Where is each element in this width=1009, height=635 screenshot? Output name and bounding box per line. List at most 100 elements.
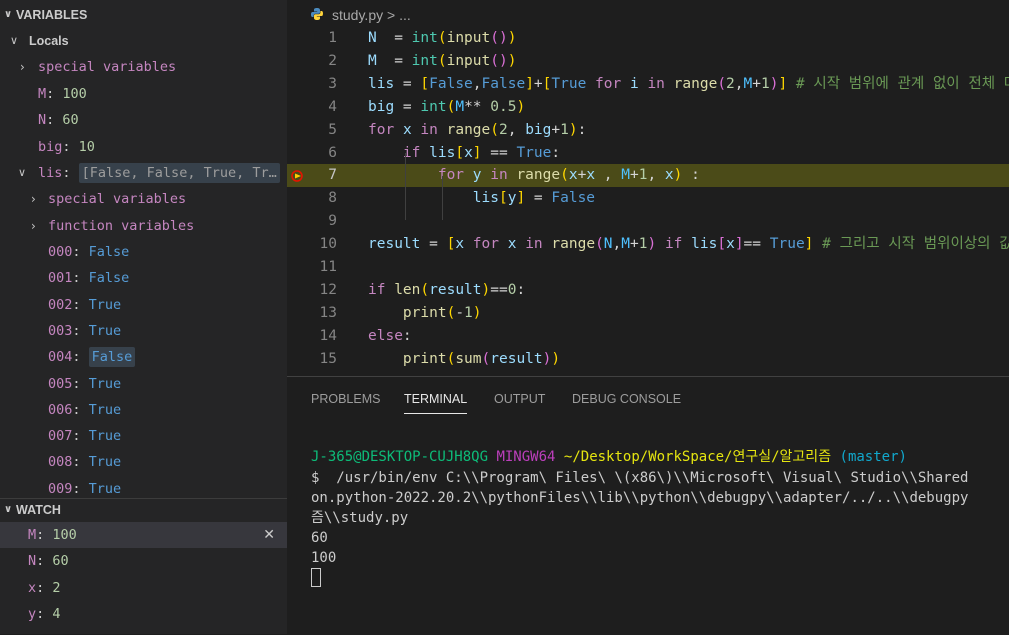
variable-row-big[interactable]: big: 10 — [0, 134, 287, 160]
terminal-command-line: 즘\\study.py — [311, 510, 409, 526]
indent-guide — [442, 176, 443, 220]
code-line[interactable]: 8 lis[y] = False — [287, 187, 1009, 210]
special-variables-node[interactable]: › special variables — [0, 54, 287, 80]
code-text: else: — [368, 327, 412, 344]
line-number: 13 — [319, 304, 337, 321]
locals-label: Locals — [29, 34, 69, 48]
variable-name: 006 — [48, 401, 73, 418]
chevron-down-icon: ∨ — [18, 166, 27, 179]
breakpoint-current-icon[interactable] — [291, 169, 305, 183]
code-line[interactable]: 12 if len(result)==0: — [287, 279, 1009, 302]
line-number: 12 — [319, 281, 337, 298]
code-line[interactable]: 5 for x in range(2, big+1): — [287, 119, 1009, 142]
list-item[interactable]: 007: True — [0, 423, 287, 449]
watch-name: N — [28, 553, 37, 570]
variable-value: False — [88, 270, 130, 287]
variables-section-header[interactable]: ∨ VARIABLES — [0, 4, 287, 26]
variable-row-n[interactable]: N: 60 — [0, 107, 287, 133]
terminal-prompt-line: J-365@DESKTOP-CUJH8QG MINGW64 ~/Desktop/… — [311, 447, 907, 467]
line-number: 3 — [328, 75, 337, 92]
code-line[interactable]: 6 if lis[x] == True: — [287, 142, 1009, 165]
list-item[interactable]: 004: False — [0, 344, 287, 370]
code-text: lis[y] = False — [472, 190, 596, 207]
chevron-down-icon: ∨ — [3, 504, 13, 515]
code-text: N = int(input()) — [368, 30, 517, 46]
watch-item[interactable]: y: 4 — [0, 601, 287, 627]
lis-special-variables-node[interactable]: › special variables — [0, 186, 287, 212]
watch-name: M — [28, 527, 37, 543]
code-line[interactable]: 14 else: — [287, 325, 1009, 348]
terminal-cursor[interactable] — [311, 568, 321, 588]
vscode-debug-window: ∨ VARIABLES ∨ Locals › special variables… — [0, 0, 1009, 635]
line-number: 4 — [328, 98, 337, 115]
list-item[interactable]: 006: True — [0, 397, 287, 423]
code-text: lis = [False,False]+[True for i in range… — [368, 75, 1009, 92]
code-text: for x in range(2, big+1): — [368, 121, 587, 138]
code-editor[interactable]: study.py > ... 1 N = int(input()) 2 M = int… — [287, 0, 1009, 376]
line-number: 6 — [328, 144, 337, 161]
locals-scope[interactable]: ∨ Locals — [0, 28, 287, 54]
code-line[interactable]: 3 lis = [False,False]+[True for i in rang… — [287, 73, 1009, 96]
code-line[interactable]: 10 result = [x for x in range(N,M+1) if l… — [287, 233, 1009, 256]
code-line[interactable]: 7 for y in range(x+x , M+1, x) : — [287, 164, 1009, 188]
variable-name: 000 — [48, 244, 73, 260]
line-number: 8 — [328, 190, 337, 207]
line-number: 5 — [328, 121, 337, 138]
variable-value: [False, False, True, Tr… — [78, 163, 280, 183]
variable-name: 003 — [48, 322, 73, 339]
list-item[interactable]: 003: True — [0, 318, 287, 344]
special-variables-label: special variables — [48, 191, 187, 207]
code-line[interactable]: 13 print(-1) — [287, 302, 1009, 325]
variable-value: True — [88, 322, 122, 339]
list-item[interactable]: 008: True — [0, 449, 287, 475]
line-number: 10 — [319, 236, 337, 253]
variable-value: True — [88, 375, 122, 392]
code-line[interactable]: 15 print(sum(result)) — [287, 348, 1009, 371]
variable-value: True — [88, 480, 122, 497]
code-line[interactable]: 1 N = int(input()) — [287, 27, 1009, 50]
line-number: 15 — [319, 350, 337, 367]
code-text: if len(result)==0: — [368, 281, 526, 298]
code-line[interactable]: 9 — [287, 210, 1009, 233]
watch-value: 100 — [52, 527, 77, 543]
list-item[interactable]: 001: False — [0, 265, 287, 291]
variable-value: 60 — [62, 112, 79, 128]
watch-title: WATCH — [16, 503, 61, 517]
variable-row-lis[interactable]: ∨ lis: [False, False, True, Tr… — [0, 160, 287, 186]
variable-value: True — [88, 296, 122, 313]
function-variables-label: function variables — [48, 218, 195, 234]
watch-item[interactable]: M: 100 ✕ — [0, 522, 287, 548]
prompt-branch: (master) — [839, 449, 907, 465]
variable-row-m[interactable]: M: 100 — [0, 81, 287, 107]
variable-name: 007 — [48, 428, 73, 445]
watch-item[interactable]: x: 2 — [0, 575, 287, 601]
breadcrumb-rest[interactable]: > ... — [387, 7, 411, 23]
variable-value: False — [88, 244, 130, 260]
list-item[interactable]: 005: True — [0, 371, 287, 397]
list-item[interactable]: 000: False — [0, 239, 287, 265]
lis-function-variables-node[interactable]: › function variables — [0, 213, 287, 239]
prompt-path: ~/Desktop/WorkSpace/연구실/알고리즘 — [563, 449, 832, 465]
line-number: 1 — [328, 30, 337, 46]
tab-problems[interactable]: PROBLEMS — [311, 391, 380, 413]
code-line[interactable]: 4 big = int(M** 0.5) — [287, 96, 1009, 119]
indent-guide — [405, 153, 406, 220]
tab-terminal[interactable]: TERMINAL — [404, 391, 468, 414]
tab-debug-console[interactable]: DEBUG CONSOLE — [572, 391, 681, 413]
code-text: print(-1) — [402, 304, 482, 321]
variable-value: True — [88, 401, 122, 418]
watch-section-header[interactable]: ∨ WATCH — [0, 498, 287, 521]
code-line[interactable]: 2 M = int(input()) — [287, 50, 1009, 73]
breadcrumb-file[interactable]: study.py — [332, 7, 383, 23]
line-number: 9 — [328, 213, 337, 230]
list-item[interactable]: 002: True — [0, 292, 287, 318]
watch-item[interactable]: N: 60 — [0, 548, 287, 574]
close-icon[interactable]: ✕ — [263, 522, 275, 548]
tab-output[interactable]: OUTPUT — [494, 391, 545, 413]
code-line[interactable]: 11 — [287, 256, 1009, 279]
watch-value: 4 — [52, 605, 61, 622]
variable-name: 009 — [48, 480, 73, 497]
variable-name: 001 — [48, 270, 73, 287]
variable-name: M — [38, 86, 47, 102]
variable-value: 100 — [62, 86, 87, 102]
